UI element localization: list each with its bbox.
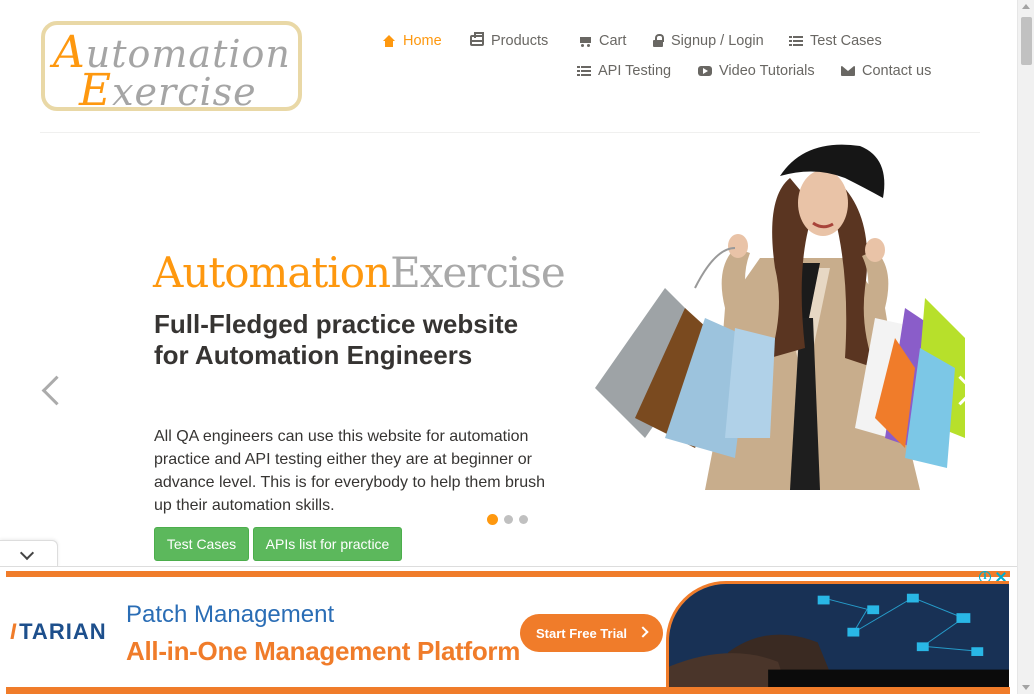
page-scrollbar[interactable] <box>1017 0 1034 694</box>
products-icon <box>470 31 484 46</box>
slide-indicator-1[interactable] <box>487 514 498 525</box>
ad-stripe-bottom <box>6 687 1010 694</box>
nav-video-tutorials[interactable]: Video Tutorials <box>698 63 815 79</box>
test-cases-button[interactable]: Test Cases <box>154 527 249 561</box>
nav-cart[interactable]: Cart <box>578 33 626 49</box>
ad-stripe-top <box>6 571 1010 577</box>
slider-prev-arrow-icon[interactable] <box>38 373 58 407</box>
ad-title-line1: Patch Management <box>126 601 335 628</box>
envelope-icon <box>841 64 855 78</box>
nav-test-cases[interactable]: Test Cases <box>789 33 882 49</box>
scroll-up-icon[interactable] <box>1022 4 1030 9</box>
slider-next-arrow-icon[interactable] <box>958 373 978 407</box>
lock-icon <box>652 34 664 48</box>
ad-start-free-trial-button[interactable]: Start Free Trial <box>520 614 663 652</box>
slide-indicator-3[interactable] <box>519 515 528 524</box>
nav-api-testing[interactable]: API Testing <box>577 63 671 79</box>
scroll-down-icon[interactable] <box>1022 685 1030 690</box>
ad-hands-keyboard-image <box>666 581 1009 691</box>
nav-home[interactable]: Home <box>382 33 442 49</box>
slider-indicators <box>487 514 528 525</box>
chevron-right-icon <box>637 626 649 638</box>
apis-list-button[interactable]: APIs list for practice <box>253 527 402 561</box>
home-icon <box>382 34 396 48</box>
slider-headline: Full-Fledged practice website for Automa… <box>154 309 519 370</box>
slider-brand-title: AutomationExercise <box>153 248 566 297</box>
ad-brand-logo: I TARIAN <box>10 619 107 644</box>
nav-products[interactable]: Products <box>470 31 548 49</box>
slide-indicator-2[interactable] <box>504 515 513 524</box>
scrollbar-thumb[interactable] <box>1021 17 1032 65</box>
video-icon <box>698 64 712 78</box>
list-icon <box>577 64 591 78</box>
ad-title-line2: All-in-One Management Platform <box>126 636 521 666</box>
hero-shopping-girl-image <box>595 144 965 490</box>
cart-icon <box>578 34 592 48</box>
nav-contact-us[interactable]: Contact us <box>841 63 931 79</box>
nav-signup-login[interactable]: Signup / Login <box>652 33 764 49</box>
site-logo[interactable]: Automation Exercise <box>41 21 302 111</box>
hero-slider: AutomationExercise Full-Fledged practice… <box>0 133 1017 565</box>
site-header: Automation Exercise Home Products Cart S… <box>0 0 1017 133</box>
list-icon <box>789 34 803 48</box>
advertisement-banner[interactable]: i I TARIAN Patch Management All-in-One Ma… <box>0 566 1017 694</box>
ad-collapse-chevron-down-icon[interactable] <box>0 540 58 567</box>
slider-description: All QA engineers can use this website fo… <box>154 428 546 514</box>
